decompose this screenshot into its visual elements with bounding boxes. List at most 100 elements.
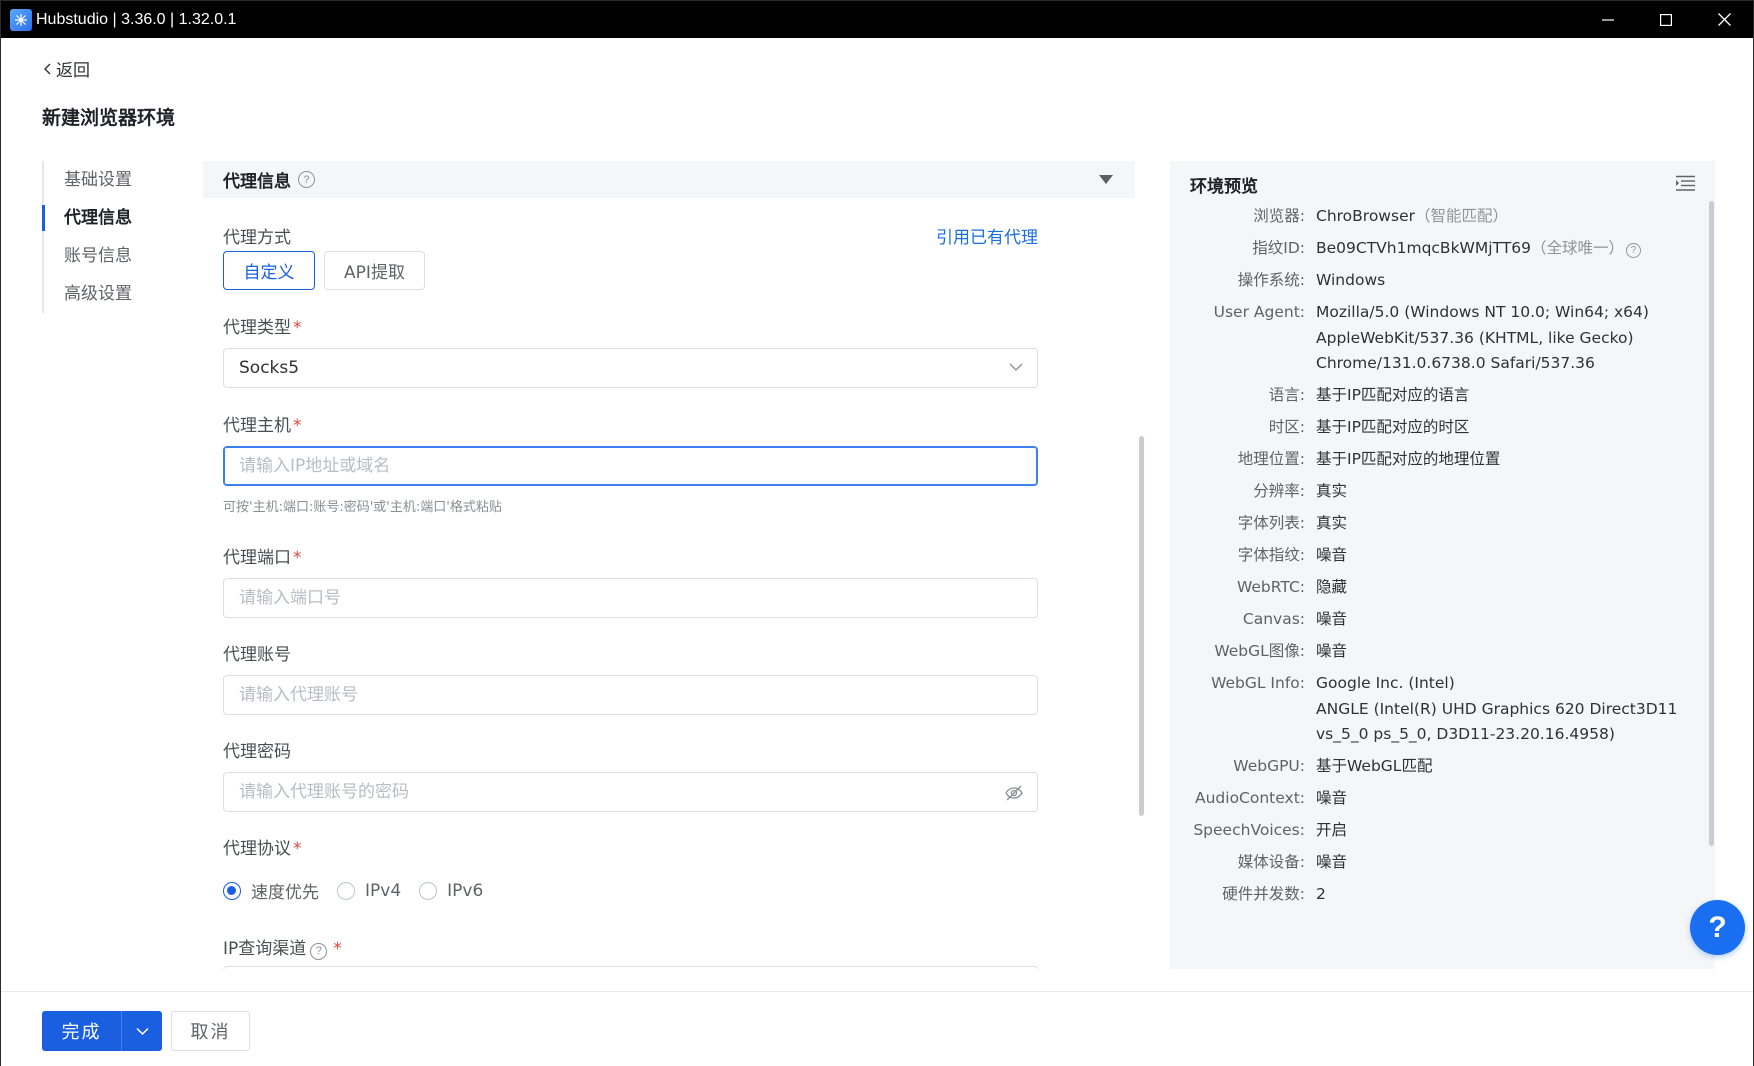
preview-value-note: （智能匹配）: [1414, 207, 1508, 225]
proxy-section-header[interactable]: 代理信息 ?: [203, 161, 1135, 198]
done-split-button: 完成: [42, 1011, 162, 1051]
form-scrollbar[interactable]: [1139, 436, 1144, 816]
radio-unchecked-icon: [337, 881, 355, 900]
preview-key: 媒体设备:: [1237, 853, 1305, 871]
preview-key: 分辨率:: [1253, 482, 1305, 500]
preview-value-text: 真实: [1316, 514, 1348, 532]
preview-value-text: 开启: [1316, 821, 1348, 839]
mode-api-button[interactable]: API提取: [324, 251, 425, 290]
preview-key: Canvas:: [1242, 610, 1305, 628]
preview-key: WebGL图像:: [1214, 642, 1305, 660]
preview-key: 字体指纹:: [1237, 546, 1305, 564]
preview-value: Google Inc. (Intel) ANGLE (Intel(R) UHD G…: [1316, 671, 1677, 748]
preview-value: 噪音: [1316, 543, 1347, 569]
cancel-button[interactable]: 取消: [171, 1011, 250, 1051]
proxy-mode-label: 代理方式: [223, 228, 291, 248]
proxy-account-input[interactable]: [239, 685, 958, 705]
proxy-account-field[interactable]: [223, 675, 1038, 715]
preview-value: 噪音: [1316, 850, 1347, 876]
preview-key: SpeechVoices:: [1193, 821, 1305, 839]
help-icon[interactable]: ?: [1625, 243, 1641, 259]
preview-value-text: 真实: [1316, 482, 1348, 500]
done-dropdown-button[interactable]: [122, 1011, 162, 1051]
proxy-password-label: 代理密码: [223, 742, 291, 762]
preview-value: Mozilla/5.0 (Windows NT 10.0; Win64; x64…: [1316, 300, 1649, 377]
done-button[interactable]: 完成: [42, 1011, 122, 1051]
eye-off-icon[interactable]: [1005, 784, 1023, 802]
preview-key: AudioContext:: [1195, 789, 1305, 807]
preview-value: 基于IP匹配对应的地理位置: [1316, 447, 1500, 473]
mode-custom-button[interactable]: 自定义: [223, 251, 315, 290]
preview-value: 真实: [1316, 511, 1347, 537]
nav-item-advanced-settings[interactable]: 高级设置: [44, 275, 162, 313]
preview-value: 基于WebGL匹配: [1316, 754, 1432, 780]
section-nav: 基础设置 代理信息 账号信息 高级设置: [42, 161, 162, 313]
ref-existing-proxy-link[interactable]: 引用已有代理: [936, 223, 1038, 248]
preview-title: 环境预览: [1190, 177, 1258, 197]
proxy-host-input[interactable]: [239, 456, 958, 476]
protocol-radio-group: 速度优先 IPv4 IPv6: [223, 878, 483, 903]
preview-key: 硬件并发数:: [1222, 885, 1305, 903]
preview-value: 开启: [1316, 818, 1347, 844]
maximize-button[interactable]: [1637, 1, 1695, 38]
maximize-icon: [1660, 13, 1672, 26]
help-icon[interactable]: ?: [310, 942, 328, 960]
preview-scrollbar[interactable]: [1709, 201, 1714, 846]
protocol-radio-speed[interactable]: 速度优先: [223, 878, 319, 903]
proxy-type-select[interactable]: Socks5: [223, 348, 1038, 388]
ip-channel-select[interactable]: [223, 966, 1038, 969]
close-window-button[interactable]: [1695, 1, 1753, 38]
protocol-radio-ipv6[interactable]: IPv6: [419, 881, 483, 901]
list-menu-icon[interactable]: [1676, 175, 1695, 191]
nav-item-account-info[interactable]: 账号信息: [44, 237, 162, 275]
page-title: 新建浏览器环境: [42, 107, 176, 129]
proxy-password-field[interactable]: [223, 772, 1038, 812]
preview-value-text: 基于IP匹配对应的地理位置: [1316, 450, 1501, 468]
preview-value: 隐藏: [1316, 575, 1347, 601]
proxy-form: 代理方式 引用已有代理 自定义 API提取 代理类型 * Socks5 代理主机 *…: [223, 201, 1038, 969]
preview-key: WebGPU:: [1233, 757, 1305, 775]
proxy-port-field[interactable]: [223, 578, 1038, 618]
proxy-host-label: 代理主机 *: [223, 416, 302, 436]
chevron-down-icon: [1009, 363, 1023, 371]
proxy-port-label: 代理端口 *: [223, 548, 302, 568]
preview-value-line: Google Inc. (Intel): [1316, 674, 1455, 692]
nav-item-proxy-info[interactable]: 代理信息: [42, 199, 162, 237]
collapse-arrow-icon[interactable]: [1099, 175, 1113, 184]
chevron-left-icon: [44, 63, 51, 74]
section-title: 代理信息: [223, 172, 291, 192]
preview-value: 真实: [1316, 479, 1347, 505]
preview-key: 时区:: [1268, 418, 1305, 436]
preview-key: 字体列表:: [1237, 514, 1305, 532]
nav-item-basic-settings[interactable]: 基础设置: [44, 161, 162, 199]
preview-value-text: 基于WebGL匹配: [1316, 757, 1433, 775]
preview-value-line: AppleWebKit/537.36 (KHTML, like Gecko): [1316, 328, 1634, 347]
minimize-button[interactable]: [1579, 1, 1637, 38]
minimize-icon: [1602, 18, 1614, 21]
chevron-down-icon: [135, 1027, 149, 1035]
proxy-protocol-label: 代理协议 *: [223, 839, 302, 859]
proxy-port-input[interactable]: [239, 588, 958, 608]
floating-help-button[interactable]: ?: [1690, 900, 1745, 955]
protocol-radio-ipv4[interactable]: IPv4: [337, 881, 401, 901]
back-label: 返回: [56, 61, 90, 81]
preview-value-text: 噪音: [1316, 789, 1348, 807]
environment-preview-panel: 环境预览 浏览器: ChroBrowser（智能匹配） 指纹ID: Be09CTVh1…: [1170, 161, 1715, 969]
preview-value: Be09CTVh1mqcBkWMjTT69（全球唯一）?: [1316, 236, 1641, 262]
back-button[interactable]: 返回: [43, 56, 90, 81]
preview-value-line: ANGLE (Intel(R) UHD Graphics 620 Direct3…: [1316, 699, 1678, 718]
proxy-type-value: Socks5: [239, 358, 300, 378]
preview-value-text: Windows: [1316, 271, 1386, 289]
radio-checked-icon: [223, 881, 241, 900]
preview-value-line: Mozilla/5.0 (Windows NT 10.0; Win64; x64…: [1316, 303, 1649, 321]
preview-value: 基于IP匹配对应的时区: [1316, 415, 1469, 441]
preview-value-text: 噪音: [1316, 546, 1348, 564]
preview-value-text: 噪音: [1316, 642, 1348, 660]
preview-key: 操作系统:: [1237, 271, 1305, 289]
proxy-type-label: 代理类型 *: [223, 318, 302, 338]
proxy-host-field[interactable]: [223, 446, 1038, 486]
preview-value-text: Be09CTVh1mqcBkWMjTT69: [1316, 239, 1531, 257]
proxy-password-input[interactable]: [239, 782, 958, 802]
help-icon[interactable]: ?: [298, 171, 315, 188]
radio-unchecked-icon: [419, 881, 438, 900]
